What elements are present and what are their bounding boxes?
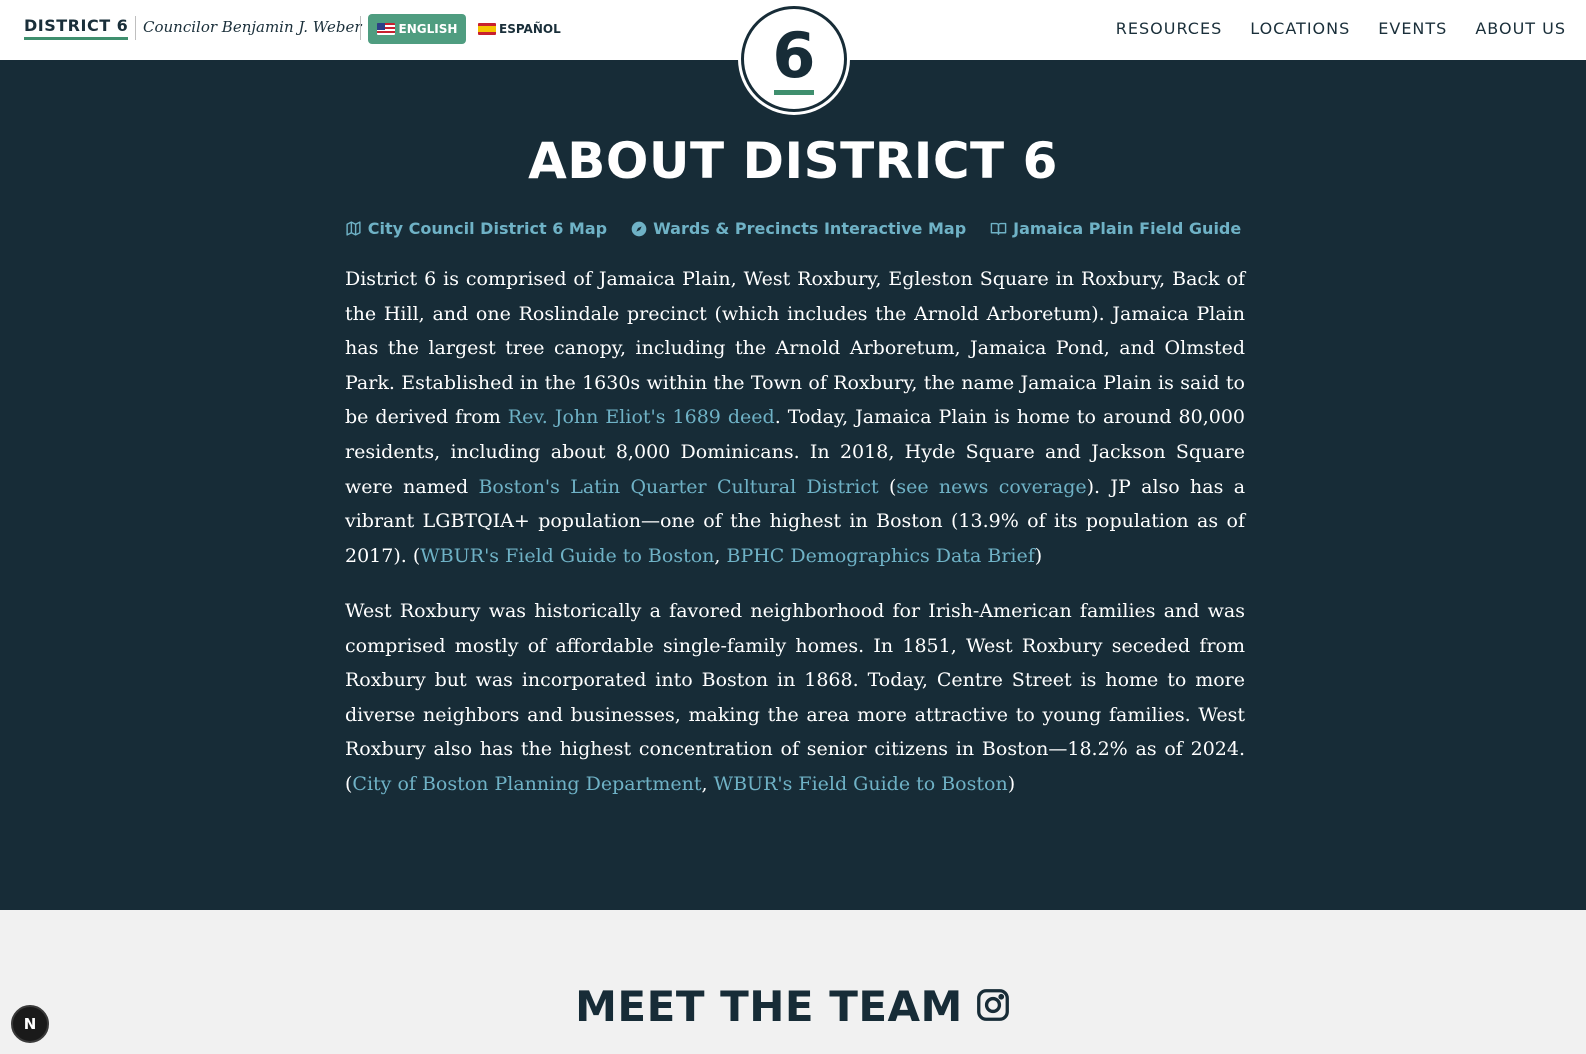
instagram-icon[interactable] [975,987,1011,1027]
paragraph-text: West Roxbury was historically a favored … [345,600,1245,795]
west-roxbury-paragraph: West Roxbury was historically a favored … [345,594,1245,802]
eliot-deed-link[interactable]: Rev. John Eliot's 1689 deed [508,406,775,428]
councilor-name: Councilor Benjamin J. Weber [143,18,362,36]
nav-resources[interactable]: RESOURCES [1116,19,1222,38]
district-map-label: City Council District 6 Map [367,219,608,238]
language-english-button[interactable]: ENGLISH [368,14,466,44]
paragraph-text: , [701,772,714,795]
wards-precincts-map-link[interactable]: Wards & Precincts Interactive Map [631,219,966,238]
team-title: MEET THE TEAM [575,982,963,1031]
language-spanish-label: ESPAÑOL [499,22,561,36]
spain-flag-icon [478,23,496,35]
paragraph-text: , [714,544,727,567]
jamaica-plain-paragraph: District 6 is comprised of Jamaica Plain… [345,262,1245,573]
language-spanish-button[interactable]: ESPAÑOL [478,14,561,44]
wards-precincts-map-label: Wards & Precincts Interactive Map [653,219,967,238]
book-icon [990,220,1007,237]
district-map-link[interactable]: City Council District 6 Map [345,219,607,238]
team-heading: MEET THE TEAM [0,982,1586,1031]
main-nav: RESOURCES LOCATIONS EVENTS ABOUT US [1116,19,1566,38]
news-coverage-link[interactable]: see news coverage [896,476,1086,498]
brand-logo-link[interactable]: DISTRICT 6 [24,16,129,40]
compass-icon [631,221,647,237]
about-title: ABOUT DISTRICT 6 [528,132,1058,190]
header-divider [135,16,136,40]
about-section: ABOUT DISTRICT 6 City Council District 6… [0,60,1586,910]
latin-quarter-link[interactable]: Boston's Latin Quarter Cultural District [478,476,878,498]
paragraph-text: ) [1034,544,1043,567]
map-icon [345,220,362,237]
field-guide-label: Jamaica Plain Field Guide [1013,219,1242,238]
bphc-data-brief-link[interactable]: BPHC Demographics Data Brief [726,545,1034,567]
district-logo-badge[interactable]: 6 [741,6,847,112]
quick-links: City Council District 6 Map Wards & Prec… [0,219,1586,238]
dev-tools-badge[interactable]: N [11,1005,49,1043]
language-english-label: ENGLISH [398,22,458,36]
paragraph-text: ) [1007,772,1016,795]
field-guide-link[interactable]: Jamaica Plain Field Guide [990,219,1241,238]
us-flag-icon [376,23,395,35]
nav-locations[interactable]: LOCATIONS [1250,19,1350,38]
header-divider [360,16,361,40]
logo-underline [774,90,814,95]
paragraph-text: ( [878,475,897,498]
nav-about-us[interactable]: ABOUT US [1475,19,1566,38]
wbur-field-guide-link-2[interactable]: WBUR's Field Guide to Boston [714,773,1008,795]
wbur-field-guide-link[interactable]: WBUR's Field Guide to Boston [420,545,714,567]
nav-events[interactable]: EVENTS [1378,19,1447,38]
boston-planning-link[interactable]: City of Boston Planning Department [352,773,701,795]
paragraph-text: District 6 is comprised of Jamaica Plain… [345,268,1245,429]
logo-digit: 6 [772,19,816,92]
